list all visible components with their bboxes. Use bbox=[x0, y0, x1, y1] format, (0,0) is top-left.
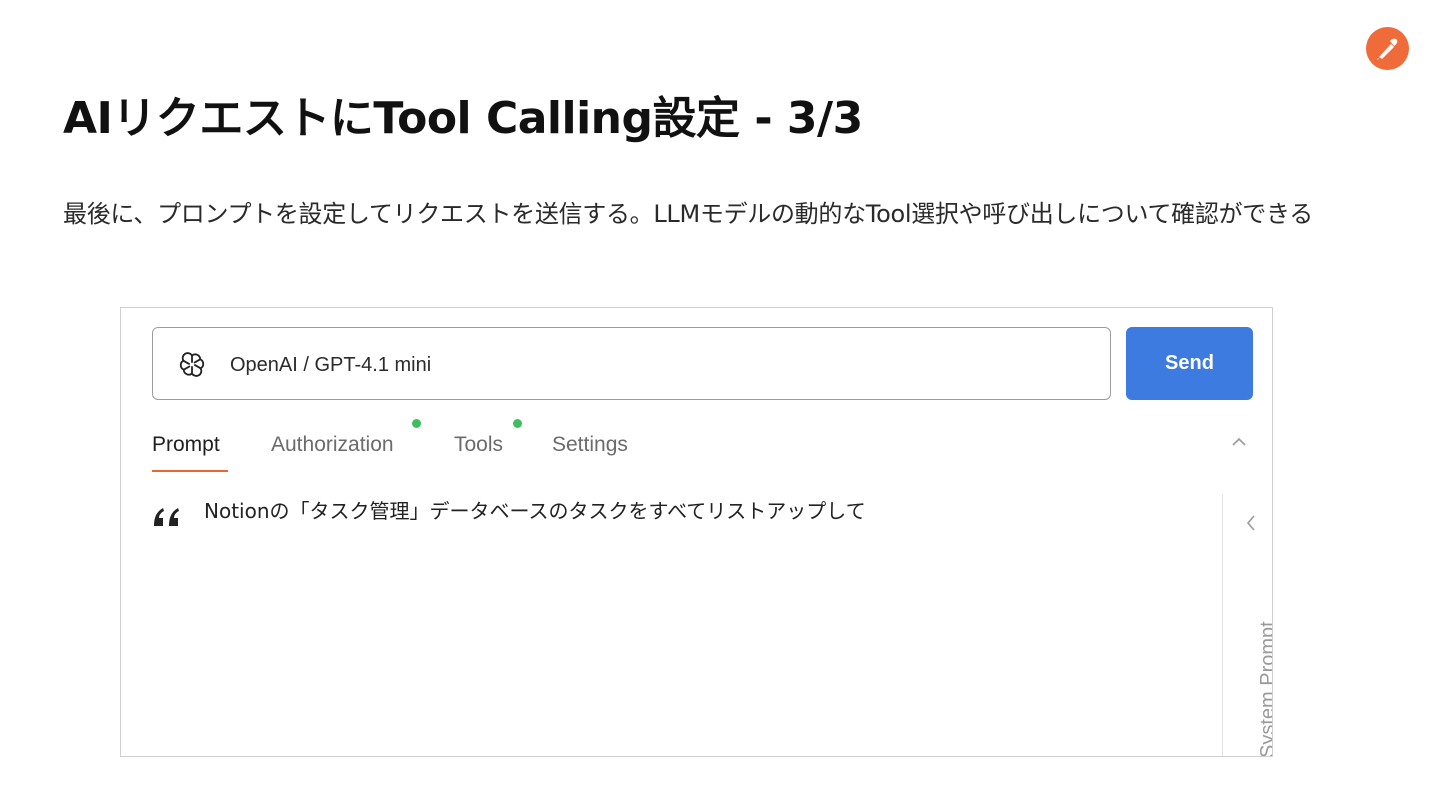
chevron-up-icon[interactable] bbox=[1229, 432, 1249, 452]
prompt-text: Notionの「タスク管理」データベースのタスクをすべてリストアップして bbox=[204, 499, 866, 523]
slide: AIリクエストにTool Calling設定 - 3/3 最後に、プロンプトを設… bbox=[0, 0, 1440, 810]
send-button[interactable]: Send bbox=[1126, 327, 1253, 400]
chevron-left-icon[interactable] bbox=[1243, 512, 1259, 534]
tab-settings[interactable]: Settings bbox=[552, 431, 628, 459]
quote-icon bbox=[154, 508, 179, 526]
ai-request-panel: OpenAI / GPT-4.1 mini Send Prompt Author… bbox=[120, 307, 1273, 757]
side-panel-divider bbox=[1222, 494, 1223, 756]
tools-indicator-dot bbox=[513, 419, 522, 428]
slide-description: 最後に、プロンプトを設定してリクエストを送信する。LLMモデルの動的なTool選… bbox=[63, 200, 1313, 228]
authorization-indicator-dot bbox=[412, 419, 421, 428]
tab-tools[interactable]: Tools bbox=[454, 431, 503, 459]
postman-logo-icon bbox=[1366, 27, 1409, 70]
model-selector[interactable]: OpenAI / GPT-4.1 mini bbox=[152, 327, 1111, 400]
slide-title: AIリクエストにTool Calling設定 - 3/3 bbox=[63, 93, 863, 144]
prompt-area[interactable]: Notionの「タスク管理」データベースのタスクをすべてリストアップして bbox=[152, 496, 1212, 756]
system-prompt-toggle[interactable]: System Prompt bbox=[1256, 621, 1272, 756]
active-tab-underline bbox=[152, 470, 228, 472]
tab-prompt[interactable]: Prompt bbox=[152, 431, 220, 459]
model-label: OpenAI / GPT-4.1 mini bbox=[230, 354, 432, 376]
request-tabs: Prompt Authorization Tools Settings bbox=[152, 419, 1252, 476]
tab-authorization[interactable]: Authorization bbox=[271, 431, 394, 459]
openai-icon bbox=[179, 352, 205, 377]
